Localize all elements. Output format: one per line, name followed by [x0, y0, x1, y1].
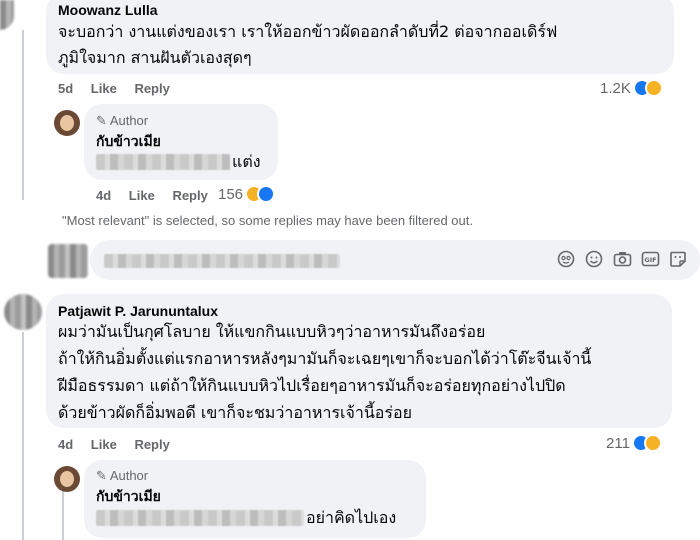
- filter-notice: "Most relevant" is selected, so some rep…: [62, 213, 473, 228]
- haha-reaction-icon: [643, 434, 662, 452]
- avatar-sticker-icon[interactable]: [556, 249, 576, 269]
- redacted-text: [96, 154, 230, 170]
- comment-text-line: ภูมิใจมาก สานฝันตัวเองสุดๆ: [58, 48, 252, 67]
- svg-text:GIF: GIF: [644, 256, 656, 264]
- comment-actions: 5d Like Reply: [58, 81, 184, 96]
- composer-tools: GIF: [556, 249, 688, 269]
- redacted-text: [96, 510, 304, 526]
- avatar[interactable]: [0, 0, 14, 30]
- like-button[interactable]: Like: [91, 81, 117, 96]
- comment-time[interactable]: 5d: [58, 81, 73, 96]
- reply-author-name[interactable]: กับข้าวเมีย: [96, 486, 161, 508]
- author-badge: ✎ Author: [96, 468, 149, 483]
- thread-line: [22, 332, 24, 540]
- reply-button[interactable]: Reply: [172, 188, 207, 203]
- author-badge: ✎ Author: [96, 113, 149, 128]
- pencil-icon: ✎: [96, 113, 107, 128]
- reaction-count-text: 156: [218, 185, 244, 203]
- reply-author-name[interactable]: กับข้าวเมีย: [96, 131, 161, 153]
- composer-avatar: [48, 244, 88, 278]
- like-button[interactable]: Like: [129, 188, 155, 203]
- reply-button[interactable]: Reply: [134, 81, 169, 96]
- pencil-icon: ✎: [96, 468, 107, 483]
- reaction-count-text: 1.2K: [600, 79, 631, 97]
- reply-time[interactable]: 4d: [96, 188, 111, 203]
- comment-actions: 4d Like Reply: [58, 437, 184, 452]
- avatar[interactable]: [4, 294, 42, 330]
- like-reaction-icon: [257, 185, 276, 203]
- haha-reaction-icon: [644, 79, 663, 97]
- reaction-count[interactable]: 211: [606, 434, 662, 452]
- comment-text-line: จะบอกว่า งานแต่งของเรา เราให้ออกข้าวผัดอ…: [58, 22, 558, 41]
- like-button[interactable]: Like: [91, 437, 117, 452]
- comment-time[interactable]: 4d: [58, 437, 73, 452]
- redacted-text: [104, 254, 340, 268]
- thread-line: [62, 490, 64, 540]
- comment-text-line: ผมว่ามันเป็นกุศโลบาย ให้แขกกินแบบหิวๆว่า…: [58, 322, 486, 341]
- emoji-icon[interactable]: [584, 249, 604, 269]
- avatar[interactable]: [54, 466, 80, 492]
- reply-text-tail: แต่ง: [232, 152, 261, 171]
- gif-icon[interactable]: GIF: [640, 249, 660, 269]
- reply-button[interactable]: Reply: [134, 437, 169, 452]
- commenter-name[interactable]: Patjawit P. Jarununtalux: [58, 303, 218, 319]
- reply-actions: 4d Like Reply: [96, 188, 222, 203]
- sticker-icon[interactable]: [668, 249, 688, 269]
- comment-text-line: ฝีมือธรรมดา แต่ถ้าให้กินแบบหิวไปเรื่อยๆอ…: [58, 376, 566, 395]
- reaction-count[interactable]: 156: [218, 185, 276, 203]
- reaction-count-text: 211: [606, 434, 630, 452]
- avatar[interactable]: [54, 110, 80, 136]
- commenter-name[interactable]: Moowanz Lulla: [58, 2, 158, 18]
- reaction-count[interactable]: 1.2K: [600, 79, 663, 97]
- reply-text-tail: อย่าคิดไปเอง: [306, 508, 397, 527]
- comment-text-line: ถ้าให้กินอิ่มตั้งแต่แรกอาหารหลังๆมามันก็…: [58, 349, 592, 368]
- camera-icon[interactable]: [612, 249, 632, 269]
- thread-line: [22, 30, 24, 200]
- comment-text-line: ด้วยข้าวผัดก็อิ่มพอดี เขาก็จะชมว่าอาหารเ…: [58, 403, 412, 422]
